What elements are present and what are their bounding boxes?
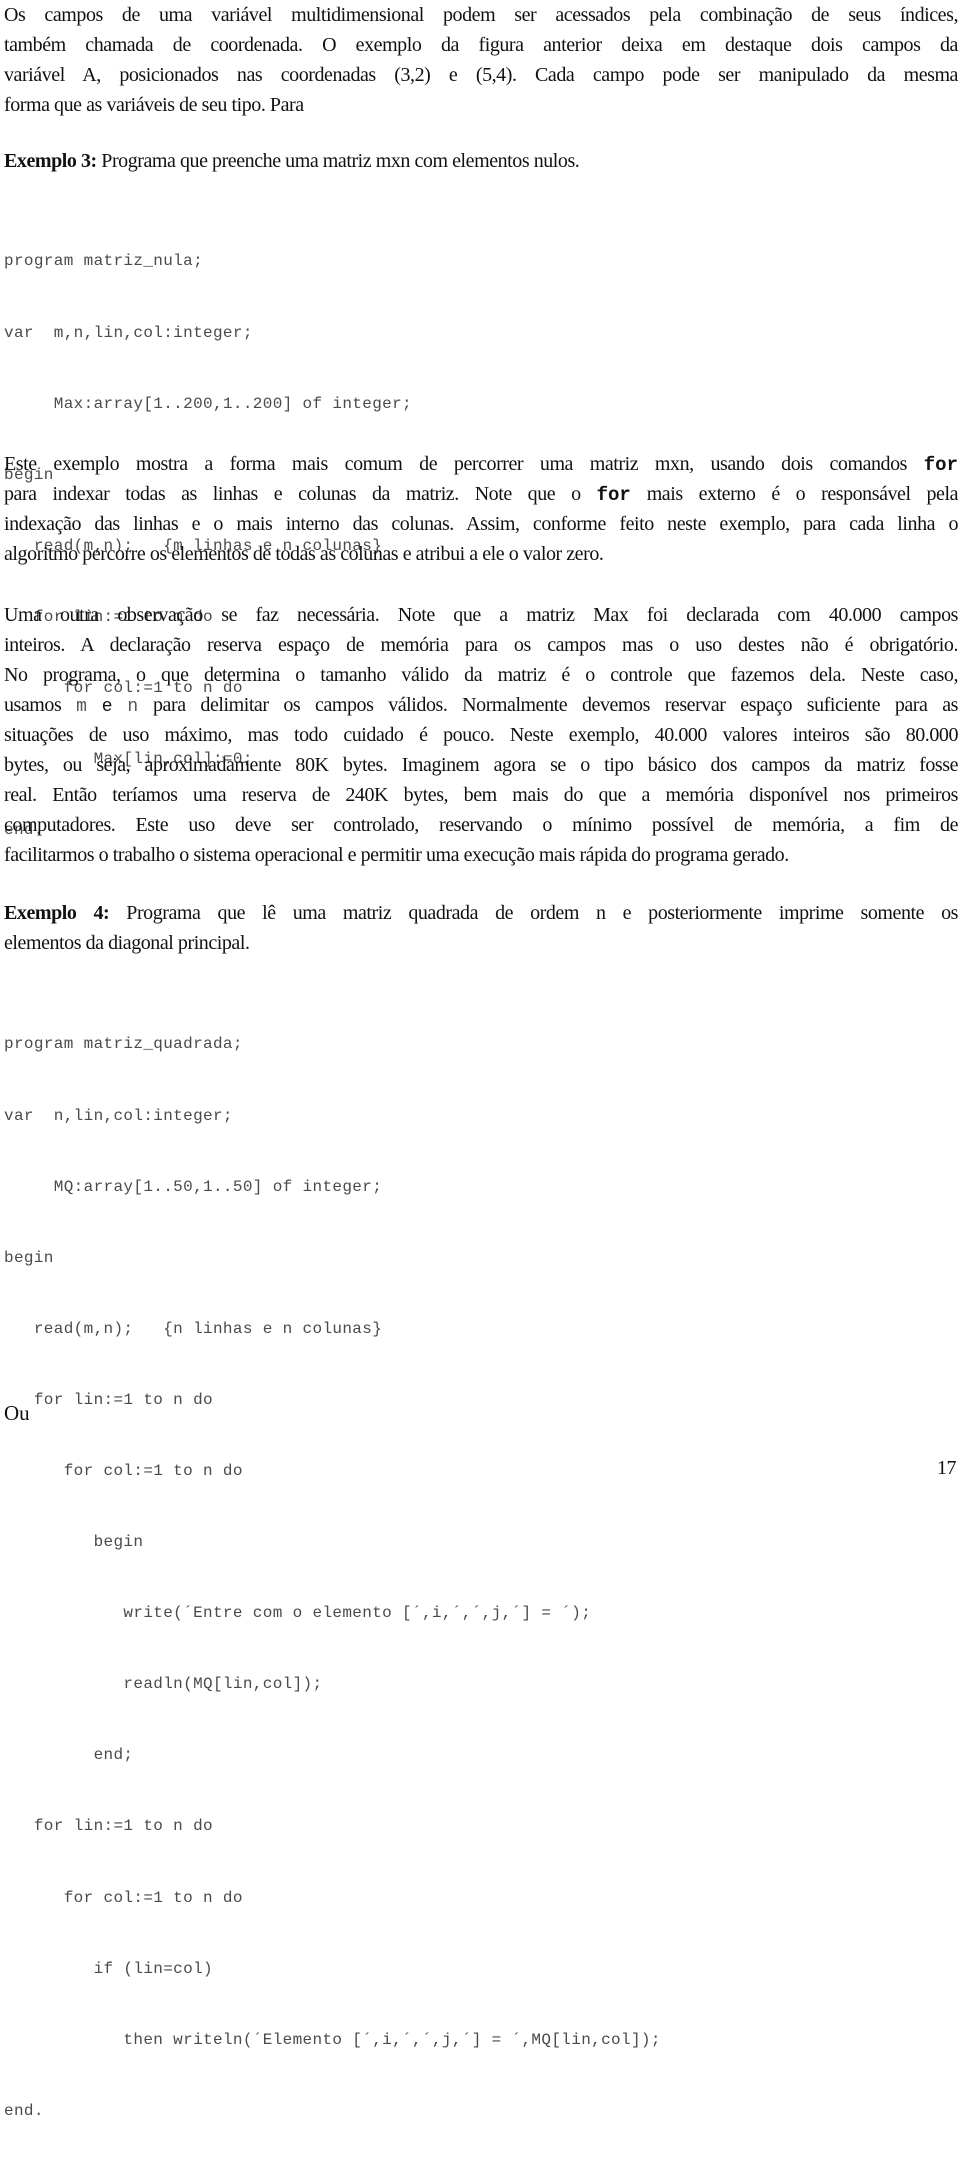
explanation-paragraph: Este exemplo mostra a forma mais comum d… [4, 453, 958, 565]
code-line: for lin:=1 to n do [4, 1817, 213, 1836]
observation-paragraph: Uma outra observação se faz necessária. … [4, 604, 958, 866]
code-line: for lin:=1 to n do [4, 1390, 213, 1409]
code-line: end. [4, 2101, 44, 2120]
intro-line: forma que as variáveis de seu tipo. Para [4, 94, 304, 116]
intro-line: variável A, posicionados nas coordenadas… [4, 64, 958, 86]
code-line: Max:array[1..200,1..200] of integer; [4, 394, 413, 413]
for-keyword: for [596, 484, 631, 506]
example3-label: Exemplo 3: [4, 150, 97, 172]
var-n: n [127, 697, 139, 717]
code-line: end; [4, 1746, 134, 1765]
example3-heading: Exemplo 3: Programa que preenche uma mat… [4, 146, 958, 176]
intro-line: também chamada de coordenada. O exemplo … [4, 34, 958, 56]
code-line: program matriz_quadrada; [4, 1035, 243, 1054]
code-line: var n,lin,col:integer; [4, 1106, 233, 1125]
code-line: MQ:array[1..50,1..50] of integer; [4, 1177, 383, 1196]
code-line: write(´Entre com o elemento [´,i,´,´,j,´… [4, 1604, 592, 1623]
example3-description: Programa que preenche uma matriz mxn com… [96, 150, 580, 172]
var-m: m [76, 697, 87, 717]
code-line: for col:=1 to n do [4, 1461, 243, 1480]
code-line: var m,n,lin,col:integer; [4, 323, 253, 342]
code-line: program matriz_nula; [4, 252, 204, 271]
example4-heading: Exemplo 4: Programa que lê uma matriz qu… [4, 902, 958, 954]
intro-line: Os campos de uma variável multidimension… [4, 4, 958, 26]
code-line: for col:=1 to n do [4, 1888, 243, 1907]
code-line: read(m,n); {n linhas e n colunas} [4, 1319, 383, 1338]
document-page: Os campos de uma variável multidimension… [0, 0, 960, 2120]
example4-code-block: program matriz_quadrada; var n,lin,col:i… [4, 986, 661, 2171]
code-line: if (lin=col) [4, 1959, 213, 1978]
page-number: 17 [937, 1457, 957, 1479]
for-keyword: for [923, 454, 958, 476]
example4-label: Exemplo 4: [4, 902, 110, 924]
code-line: begin [4, 1248, 54, 1267]
trailing-text: Ou [4, 1401, 30, 1425]
code-line: readln(MQ[lin,col]); [4, 1675, 323, 1694]
intro-paragraph: Os campos de uma variável multidimension… [4, 0, 958, 120]
code-line: begin [4, 1533, 144, 1552]
code-line: then writeln(´Elemento [´,i,´,´,j,´] = ´… [4, 2030, 661, 2049]
